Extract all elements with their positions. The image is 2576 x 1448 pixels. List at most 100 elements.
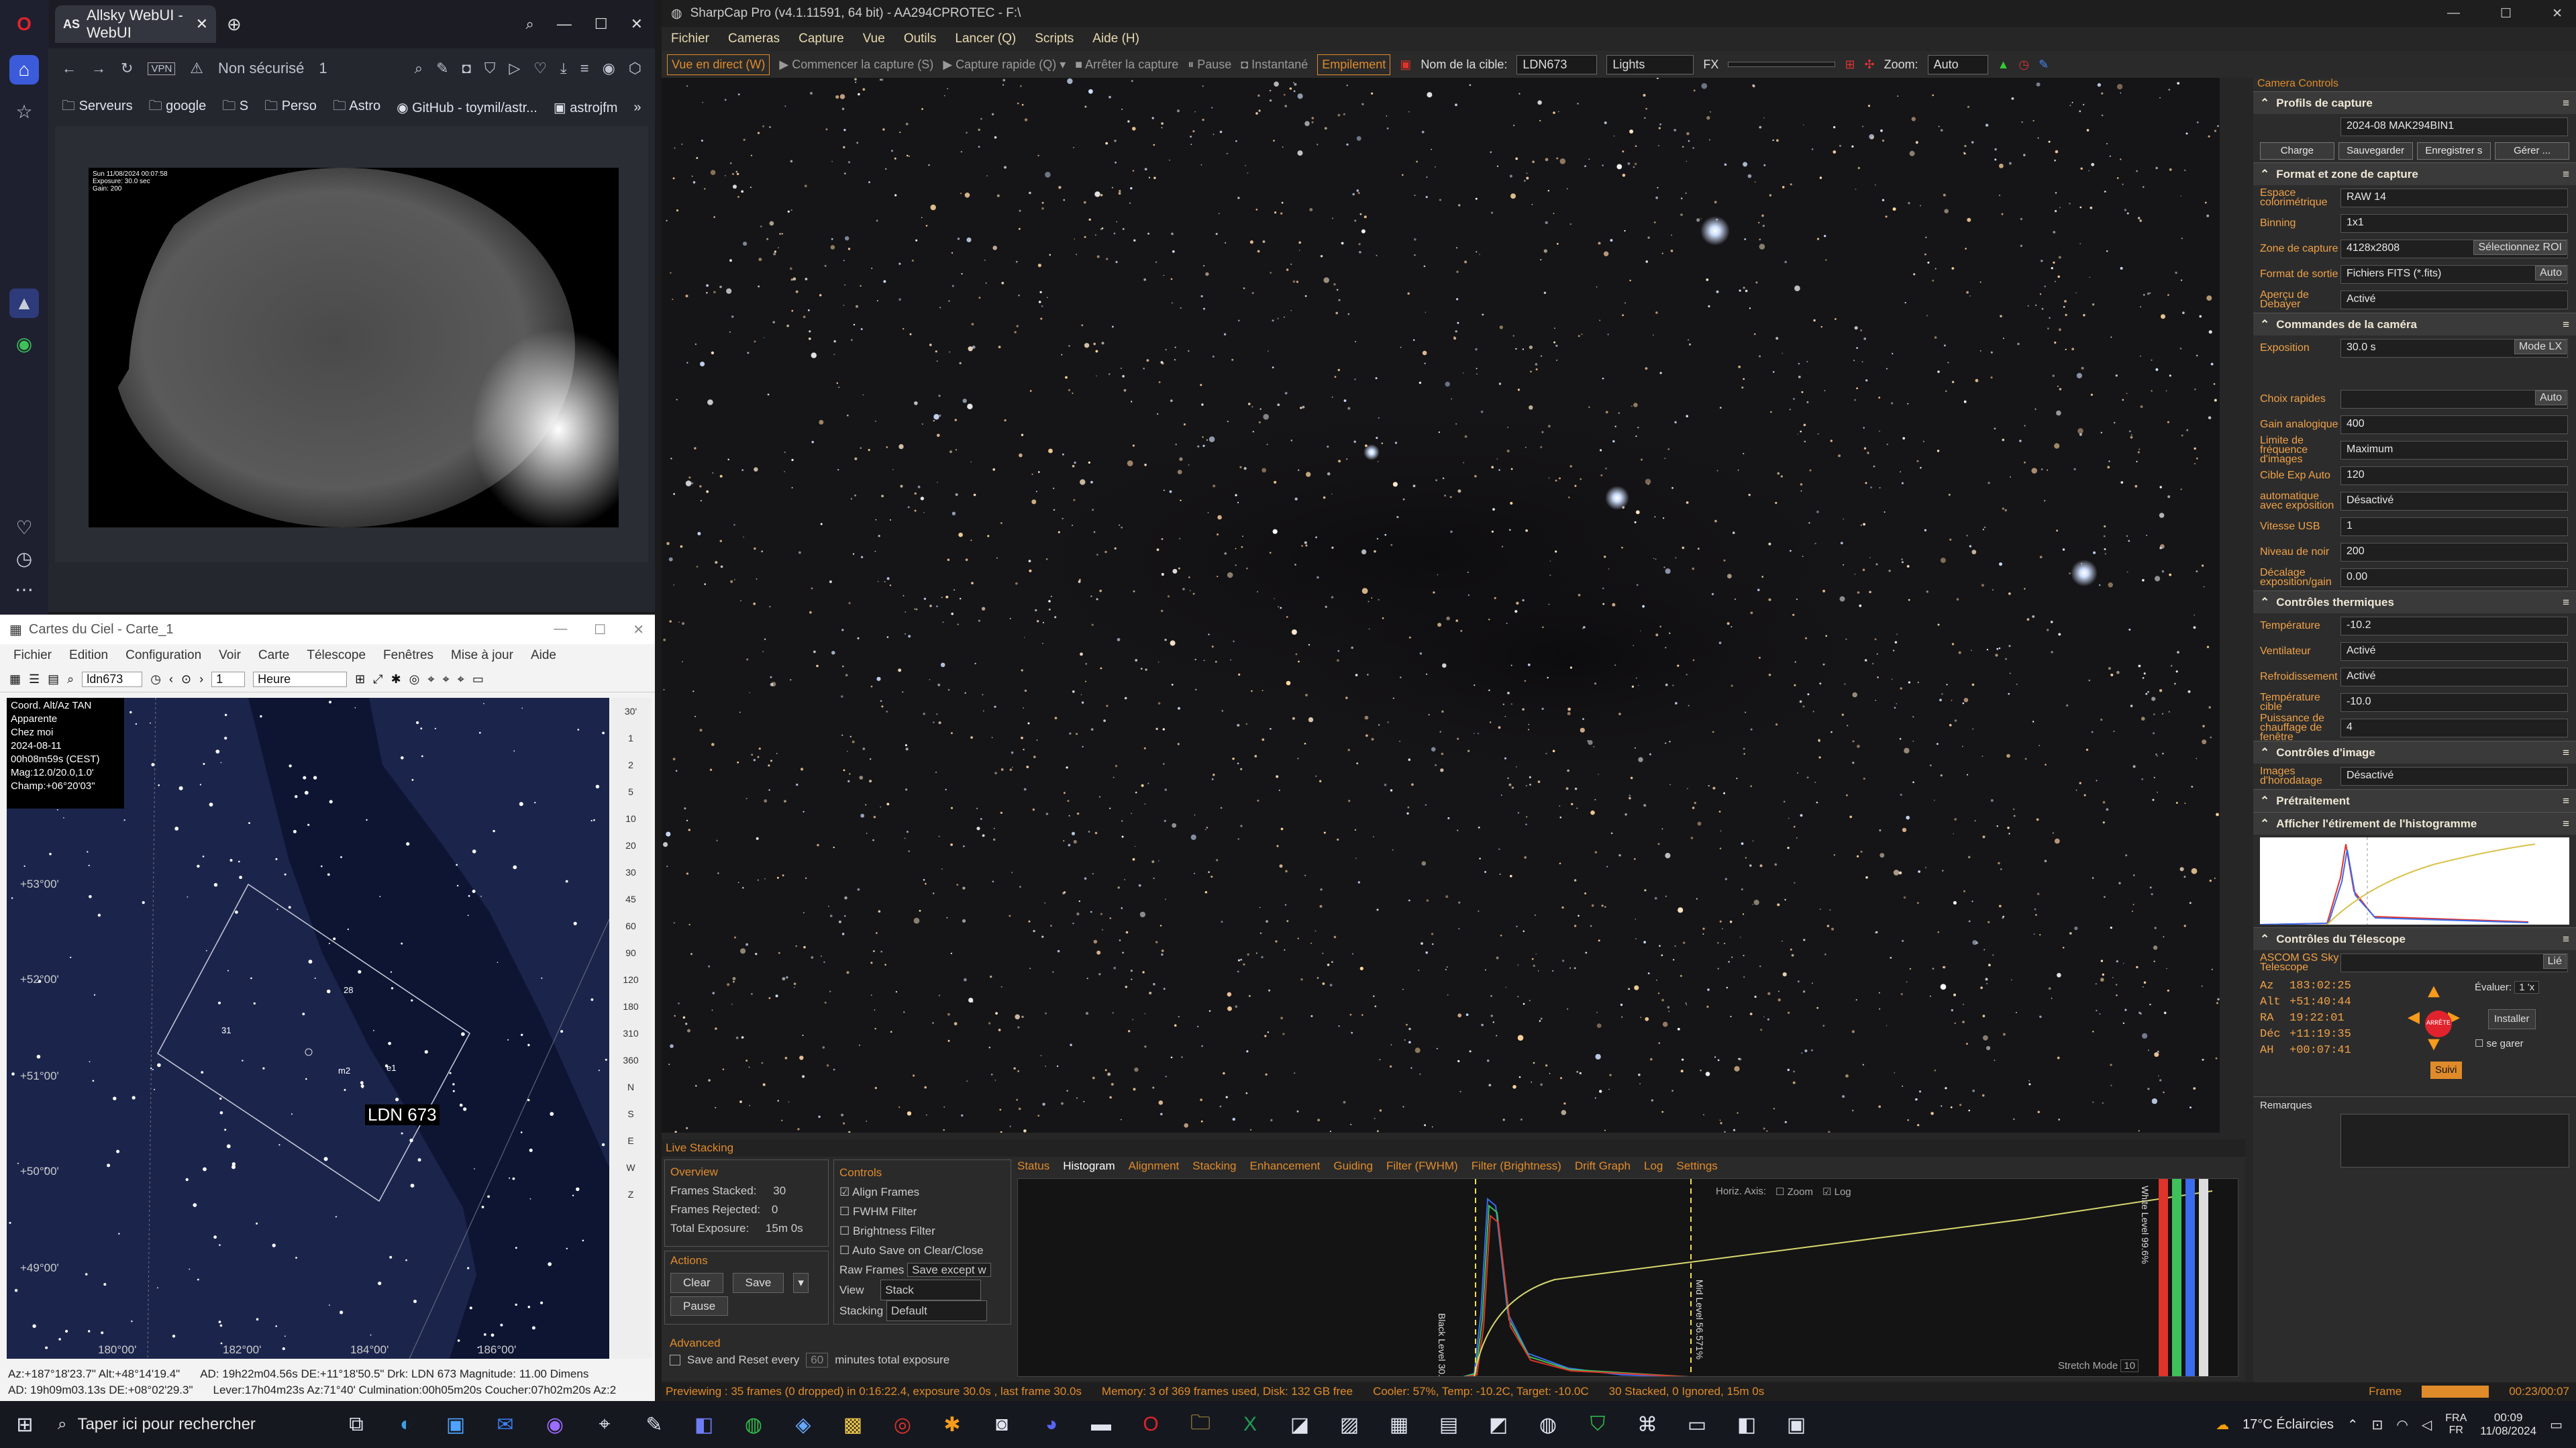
tab-alignment[interactable]: Alignment [1129,1159,1180,1173]
zoom-preset-button[interactable]: 30' [611,698,651,725]
menu-scripts[interactable]: Scripts [1035,32,1074,46]
app-icon[interactable]: ✱ [927,1401,977,1448]
security-text[interactable]: Non sécurisé [218,60,304,77]
section-menu-icon[interactable]: ≡ [2563,596,2569,609]
collapse-icon[interactable]: ⌃ [2260,933,2269,946]
camera-icon[interactable]: ◘ [462,60,471,77]
shield-icon[interactable]: ⛉ [484,60,496,77]
edge-icon[interactable]: ◐ [381,1401,431,1448]
zoom-preset-button[interactable]: S [611,1100,651,1127]
history-icon[interactable]: ◷ [9,544,39,573]
panel-row-value[interactable]: RAW 14 [2340,189,2568,207]
fwhm-filter-checkbox[interactable]: ☐ FWHM Filter [839,1202,1005,1221]
telescope-app-icon[interactable]: ⌖ [580,1401,629,1448]
collapse-icon[interactable]: ⌃ [2260,794,2269,808]
star-icon[interactable]: ☆ [9,97,39,126]
zoom-preset-button[interactable]: 180 [611,993,651,1020]
opera-logo-icon[interactable]: O [9,9,39,39]
constellation-icon[interactable]: ✱ [391,672,401,686]
menu-mise-a-jour[interactable]: Mise à jour [451,648,513,663]
network-icon[interactable]: ⊡ [2372,1416,2383,1433]
zoom-preset-button[interactable]: 60 [611,913,651,939]
collapse-icon[interactable]: ⌃ [2260,596,2269,609]
app-icon[interactable]: ◙ [977,1401,1027,1448]
store-icon[interactable]: ▣ [431,1401,480,1448]
minimize-icon[interactable]: — [554,621,567,638]
zoom-icon[interactable]: ⌕ [415,60,423,77]
weather-icon[interactable]: ☁ [2216,1416,2229,1433]
minimize-icon[interactable]: — [557,15,572,33]
panel-section-header[interactable]: ⌃ Contrôles thermiques ≡ [2253,590,2576,613]
clock[interactable]: 00:09 11/08/2024 [2480,1411,2536,1438]
histogram-chart[interactable]: Horiz. Axis: ☐ Zoom ☑ Log Black Level 30… [1017,1178,2238,1377]
bookmark-google[interactable]: 🗀 google [149,96,207,119]
brightness-filter-checkbox[interactable]: ☐ Brightness Filter [839,1221,1005,1241]
tab-filter-brightness[interactable]: Filter (Brightness) [1472,1159,1561,1173]
telescope-icon[interactable]: ⌖ [427,672,434,686]
arrow-left-icon[interactable]: ◀ [2408,1009,2420,1029]
download-icon[interactable]: ⤓ [560,60,567,77]
raw-frames-select[interactable]: Save except w [907,1263,991,1277]
tab-histogram[interactable]: Histogram [1063,1159,1115,1173]
panel-row-value[interactable] [2340,390,2568,409]
pause-button[interactable]: ⏸ Pause [1188,58,1231,72]
slew-pad[interactable]: ▲ ◀ ▶ ▼ ARRÊTE [2408,983,2468,1072]
stop-button[interactable]: ARRÊTE [2425,1011,2452,1037]
explorer-icon[interactable]: 🗀 [1176,1401,1225,1448]
start-capture-button[interactable]: ▶ Commencer la capture (S) [779,58,933,72]
quick-capture-button[interactable]: ▶ Capture rapide (Q) ▾ [943,58,1066,72]
app-icon[interactable]: ▨ [1325,1401,1374,1448]
heart-icon[interactable]: ♡ [533,60,547,77]
section-menu-icon[interactable]: ≡ [2563,817,2569,831]
view-select[interactable]: Stack [880,1280,982,1300]
tab-filter-fwhm[interactable]: Filter (FWHM) [1386,1159,1458,1173]
grid-icon[interactable]: ⊞ [355,672,365,686]
next-icon[interactable]: › [199,672,203,686]
stacking-select[interactable]: Default [886,1300,987,1321]
app-icon[interactable]: ◉ [530,1401,580,1448]
section-menu-icon[interactable]: ≡ [2563,318,2569,331]
zoom-preset-button[interactable]: 310 [611,1020,651,1047]
save-dropdown-icon[interactable]: ▾ [793,1273,809,1293]
task-view-icon[interactable]: ⧉ [331,1401,381,1448]
bookmark-github[interactable]: ◉ GitHub - toymil/astr... [397,99,537,116]
panel-row-button[interactable]: Mode LX [2514,340,2567,354]
panel-section-header[interactable]: ⌃ Format et zone de capture ≡ [2253,162,2576,185]
close-icon[interactable]: ✕ [633,621,644,638]
menu-icon[interactable]: ≡ [580,60,589,77]
panel-row-button[interactable]: Auto [2535,266,2567,280]
section-menu-icon[interactable]: ≡ [2563,168,2569,181]
park-checkbox[interactable]: ☐ se garer [2475,1036,2524,1052]
reload-icon[interactable]: ↻ [121,60,133,77]
tab-settings[interactable]: Settings [1676,1159,1717,1173]
panel-row-value[interactable]: Activé [2340,668,2568,686]
calendar-icon[interactable]: ▦ [9,672,21,686]
discord-icon[interactable]: ◕ [1027,1401,1076,1448]
install-button[interactable]: Installer [2488,1009,2536,1029]
scope-3-icon[interactable]: ⌖ [458,672,464,686]
section-menu-icon[interactable]: ≡ [2563,746,2569,760]
panel-row-value[interactable]: 400 [2340,415,2568,434]
bookmark-perso[interactable]: 🗀 Perso [264,96,317,119]
step-field[interactable]: 1 [211,672,246,687]
app-icon[interactable]: ◪ [1275,1401,1325,1448]
volume-icon[interactable]: ◁ [2422,1416,2432,1433]
shield-icon[interactable]: ⛉ [1573,1401,1622,1448]
menu-lancer[interactable]: Lancer (Q) [955,32,1016,46]
sharpcap-app-icon[interactable]: ◍ [1523,1401,1573,1448]
new-tab-icon[interactable]: ⊕ [227,14,242,35]
zoom-preset-button[interactable]: 2 [611,752,651,778]
stop-capture-button[interactable]: ■ Arrêter la capture [1075,58,1178,72]
more-icon[interactable]: ⋯ [9,574,39,604]
heart-icon[interactable]: ♡ [9,513,39,542]
autosave-checkbox[interactable]: ☐ Auto Save on Clear/Close [839,1241,1005,1260]
app-icon[interactable]: ▤ [1424,1401,1474,1448]
zoom-preset-button[interactable]: E [611,1127,651,1154]
tab-log[interactable]: Log [1644,1159,1663,1173]
reticle-icon[interactable]: ⊞ [1845,58,1855,72]
vpn-badge[interactable]: VPN [148,62,176,75]
collapse-icon[interactable]: ⌃ [2260,746,2269,760]
track-button[interactable]: Suivi [2430,1062,2462,1079]
app-icon[interactable]: ◧ [1722,1401,1771,1448]
whatsapp-icon[interactable]: ◉ [9,329,39,358]
